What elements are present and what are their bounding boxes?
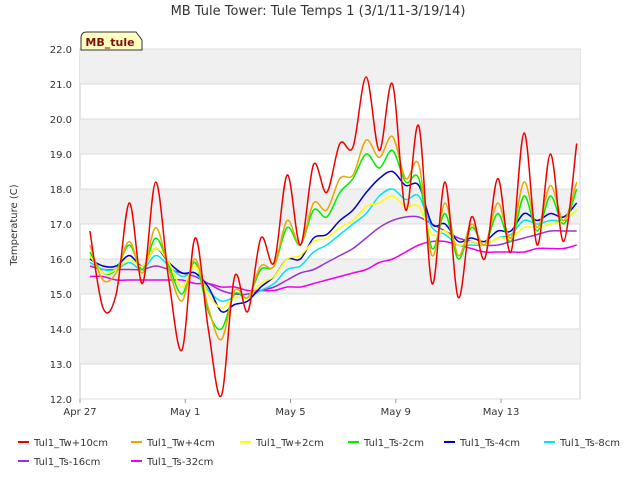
chart-title: MB Tule Tower: Tule Temps 1 (3/1/11-3/19… xyxy=(171,4,466,19)
y-axis: 12.0 13.0 14.0 15.0 16.0 17.0 18.0 19.0 20.0 21.0… xyxy=(50,45,72,406)
legend-item: Tul1_Ts-32cm xyxy=(131,457,213,468)
y-axis-label: Temperature (C) xyxy=(9,184,20,266)
plot-area xyxy=(79,48,581,400)
x-tick-label: May 1 xyxy=(170,407,200,418)
legend-label: Tul1_Tw+10cm xyxy=(33,438,108,449)
temperature-chart: MB Tule Tower: Tule Temps 1 (3/1/11-3/19… xyxy=(9,4,620,468)
legend: Tul1_Tw+10cm Tul1_Tw+4cm Tul1_Tw+2cm Tul1_T… xyxy=(18,438,620,468)
y-tick-label: 20.0 xyxy=(50,115,72,126)
legend-item: Tul1_Ts-16cm xyxy=(18,457,100,468)
legend-label: Tul1_Tw+4cm xyxy=(146,438,215,449)
legend-label: Tul1_Ts-32cm xyxy=(146,457,213,468)
legend-label: Tul1_Ts-2cm xyxy=(363,438,424,449)
y-tick-label: 12.0 xyxy=(50,395,72,406)
station-tag-label: MB_tule xyxy=(85,36,134,49)
plot-band xyxy=(80,119,580,154)
y-tick-label: 21.0 xyxy=(50,80,72,91)
plot-band xyxy=(80,259,580,294)
y-tick-label: 15.0 xyxy=(50,290,72,301)
y-tick-label: 18.0 xyxy=(50,185,72,196)
station-tag: MB_tule xyxy=(80,31,143,51)
legend-label: Tul1_Tw+2cm xyxy=(255,438,324,449)
y-tick-label: 14.0 xyxy=(50,325,72,336)
legend-item: Tul1_Tw+4cm xyxy=(131,438,215,449)
x-axis: Apr 27 May 1 May 5 May 9 May 13 xyxy=(63,399,519,418)
y-tick-label: 16.0 xyxy=(50,255,72,266)
y-tick-label: 13.0 xyxy=(50,360,72,371)
x-tick-label: May 9 xyxy=(381,407,411,418)
legend-item: Tul1_Tw+10cm xyxy=(18,438,108,449)
legend-label: Tul1_Ts-4cm xyxy=(459,438,520,449)
plot-band xyxy=(80,49,580,84)
legend-label: Tul1_Ts-16cm xyxy=(33,457,100,468)
y-tick-label: 19.0 xyxy=(50,150,72,161)
y-tick-label: 22.0 xyxy=(50,45,72,56)
x-tick-label: May 13 xyxy=(483,407,520,418)
legend-item: Tul1_Tw+2cm xyxy=(240,438,324,449)
plot-band xyxy=(80,329,580,364)
legend-item: Tul1_Ts-8cm xyxy=(544,438,620,449)
x-tick-label: Apr 27 xyxy=(63,407,96,418)
y-tick-label: 17.0 xyxy=(50,220,72,231)
legend-label: Tul1_Ts-8cm xyxy=(559,438,620,449)
x-tick-label: May 5 xyxy=(275,407,305,418)
legend-item: Tul1_Ts-4cm xyxy=(444,438,520,449)
legend-item: Tul1_Ts-2cm xyxy=(348,438,424,449)
